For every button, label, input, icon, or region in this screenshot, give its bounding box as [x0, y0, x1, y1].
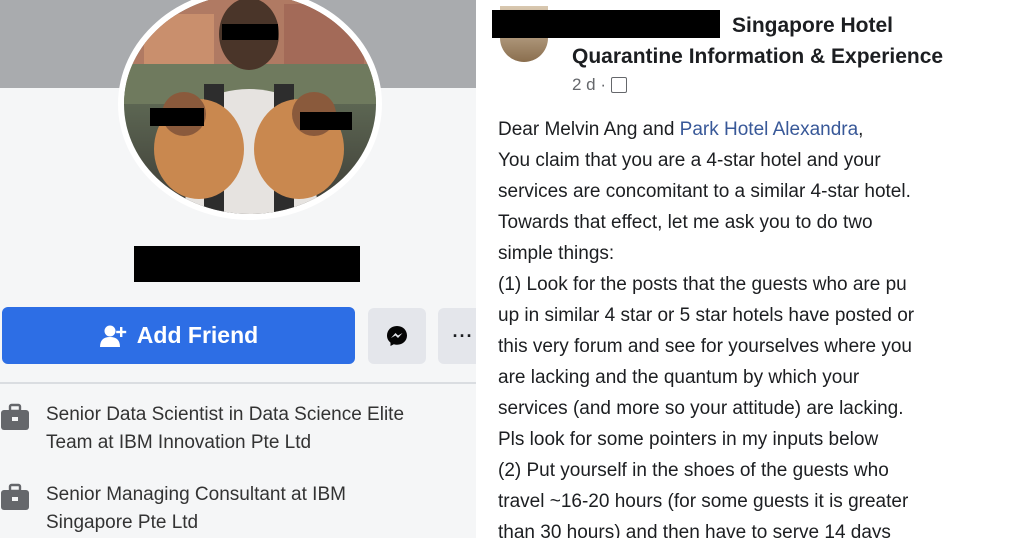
add-friend-button[interactable]: Add Friend	[2, 307, 355, 364]
post-line: (2) Put yourself in the shoes of the gue…	[498, 460, 889, 481]
post-line: up in similar 4 star or 5 star hotels ha…	[498, 305, 915, 326]
profile-panel: Add Friend ··· Senior Data Scientist in …	[0, 0, 476, 538]
post-line: services are concomitant to a similar 4-…	[498, 181, 911, 202]
briefcase-icon	[1, 403, 29, 430]
profile-photo[interactable]	[124, 0, 376, 214]
group-name[interactable]: Singapore Hotel Quarantine Information &…	[572, 10, 1024, 72]
post-line: this very forum and see for yourselves w…	[498, 336, 912, 357]
post-greeting: Dear Melvin Ang and Park Hotel Alexandra…	[498, 114, 1024, 145]
work-entry-line: Singapore Pte Ltd	[46, 512, 199, 533]
post-line: are lacking and the quantum by which you…	[498, 367, 860, 388]
work-entry-line: Team at IBM Innovation Pte Ltd	[46, 432, 312, 453]
post-line: Towards that effect, let me ask you to d…	[498, 212, 873, 233]
post-line: (1) Look for the posts that the guests w…	[498, 274, 907, 295]
work-entry-line: Senior Data Scientist in Data Science El…	[46, 404, 405, 425]
post-body: Dear Melvin Ang and Park Hotel Alexandra…	[498, 114, 1024, 538]
redaction-bar	[300, 112, 352, 130]
post-panel: Singapore Hotel Quarantine Information &…	[490, 0, 1024, 538]
messenger-icon	[387, 326, 407, 346]
group-name-line: Singapore Hotel	[732, 14, 894, 37]
post-timestamp[interactable]: 2 d ·	[572, 75, 606, 95]
more-options-button[interactable]: ···	[438, 308, 476, 364]
redaction-bar	[222, 24, 278, 40]
work-entry-line: Senior Managing Consultant at IBM	[46, 484, 346, 505]
post-line: Pls look for some pointers in my inputs …	[498, 429, 879, 450]
greeting-punct: ,	[858, 119, 864, 140]
divider	[0, 382, 476, 384]
post-line: than 30 hours) and then have to serve 14…	[498, 522, 891, 538]
post-line: simple things:	[498, 243, 615, 264]
hotel-mention-link[interactable]: Park Hotel Alexandra	[680, 119, 859, 140]
post-line: travel ~16-20 hours (for some guests it …	[498, 491, 909, 512]
post-meta: 2 d ·	[572, 75, 628, 95]
redaction-bar	[150, 108, 204, 126]
messenger-button[interactable]	[368, 308, 426, 364]
greeting-text: Dear Melvin Ang and	[498, 119, 680, 140]
post-line: services (and more so your attitude) are…	[498, 398, 904, 419]
add-friend-icon	[99, 325, 126, 347]
briefcase-icon	[1, 483, 29, 510]
add-friend-label: Add Friend	[136, 322, 259, 348]
redacted-profile-name	[134, 246, 360, 282]
group-name-line: Quarantine Information & Experience	[572, 45, 944, 68]
more-icon: ···	[452, 325, 474, 346]
post-line: You claim that you are a 4-star hotel an…	[498, 150, 881, 171]
audience-icon	[611, 77, 628, 93]
